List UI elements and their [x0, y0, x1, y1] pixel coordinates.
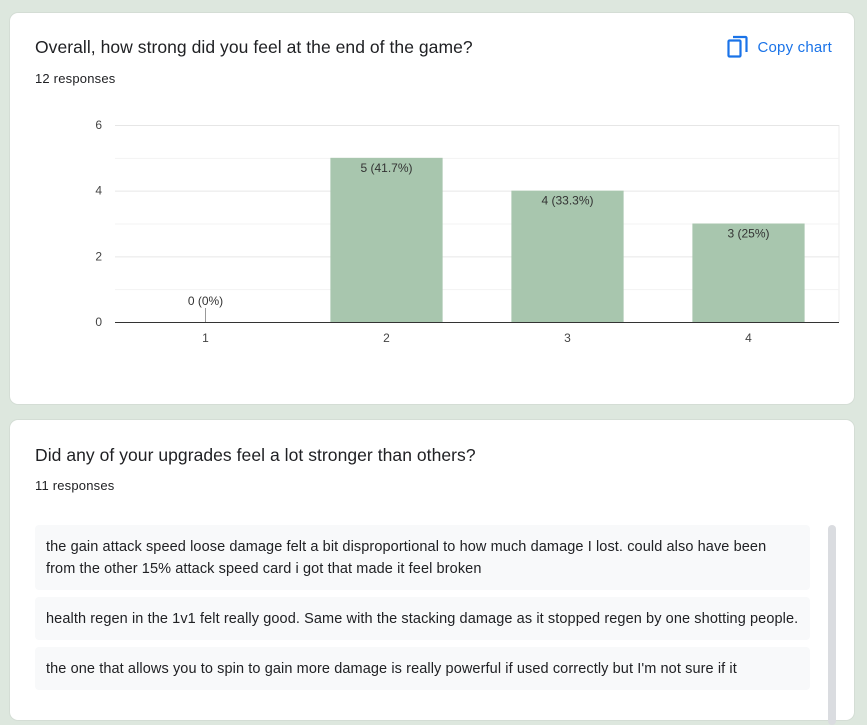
x-tick-label: 3 [564, 331, 571, 345]
y-tick-label: 6 [95, 118, 102, 132]
bar [330, 157, 443, 322]
data-label: 4 (33.3%) [541, 194, 593, 208]
data-label: 0 (0%) [188, 294, 223, 308]
responses-count: 11 responses [35, 478, 115, 493]
x-tick-label: 4 [745, 331, 752, 345]
data-label: 3 (25%) [727, 227, 769, 241]
responses-scrollbar[interactable] [828, 525, 836, 725]
x-tick-label: 1 [202, 331, 209, 345]
y-tick-label: 2 [95, 249, 102, 263]
y-tick-label: 0 [95, 315, 102, 329]
bar-chart: 0 2 4 6 0 (0%) 1 5 (41.7%) 2 4 (33.3%) 3 3 (25%) 4 [95, 118, 840, 345]
response-item: the one that allows you to spin to gain … [35, 647, 810, 690]
response-item: health regen in the 1v1 felt really good… [35, 597, 810, 640]
response-item: the gain attack speed loose damage felt … [35, 525, 810, 590]
bar [511, 190, 624, 322]
data-label: 5 (41.7%) [360, 161, 412, 175]
responses-list: the gain attack speed loose damage felt … [35, 525, 810, 697]
x-tick-label: 2 [383, 331, 390, 345]
y-tick-label: 4 [95, 184, 102, 198]
question-card-upgrades: Did any of your upgrades feel a lot stro… [10, 420, 854, 725]
question-card-strength: Overall, how strong did you feel at the … [10, 13, 854, 404]
question-title: Did any of your upgrades feel a lot stro… [35, 445, 476, 465]
